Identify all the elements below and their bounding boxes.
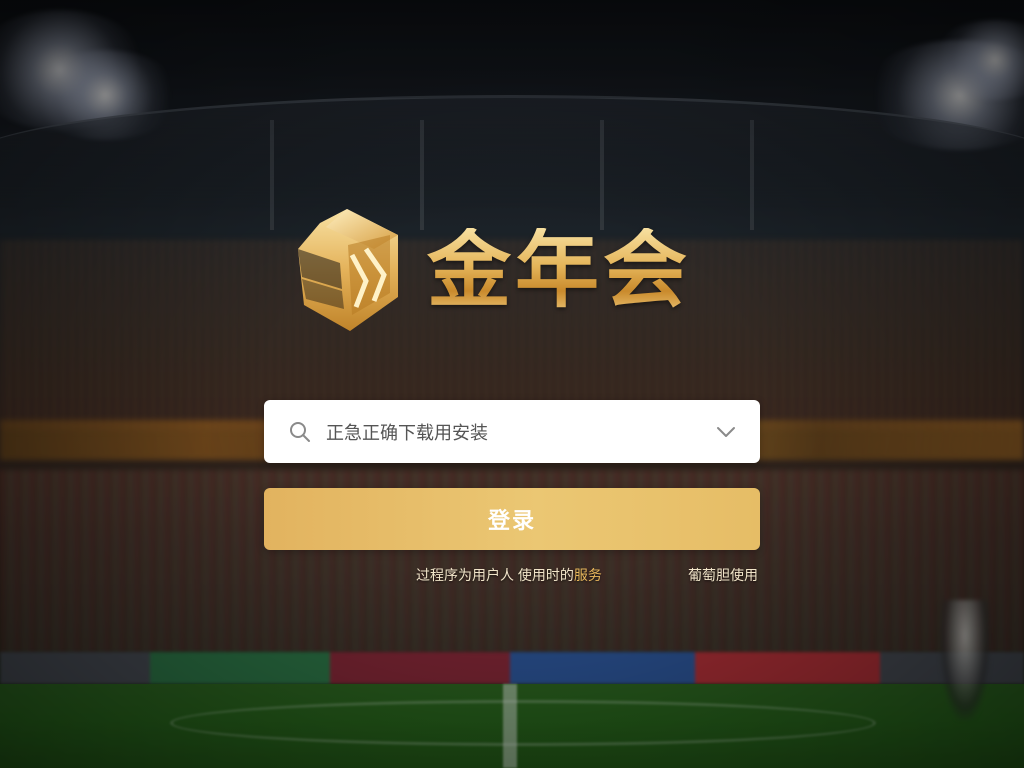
select-value: 正急正确下载用安装 [326, 422, 488, 443]
brand-name: 金年会 [427, 221, 692, 319]
chevron-down-icon[interactable] [716, 426, 736, 438]
usage-link[interactable]: 葡萄胆使用 [688, 565, 758, 585]
search-icon [290, 421, 310, 442]
brand-logo: 金年会 [290, 205, 691, 335]
stadium-background [0, 0, 1024, 768]
terms-notice: 过程序为用户人 使用时的服务 [416, 565, 602, 585]
shield-cube-logo-icon [298, 209, 398, 331]
vignette [0, 0, 1024, 768]
service-terms-link[interactable]: 服务 [574, 567, 602, 583]
login-button[interactable]: 登录 [264, 488, 760, 550]
terms-notice-text: 过程序为用户人 使用时的 [416, 567, 574, 583]
download-select[interactable]: 正急正确下载用安装 [264, 400, 760, 463]
